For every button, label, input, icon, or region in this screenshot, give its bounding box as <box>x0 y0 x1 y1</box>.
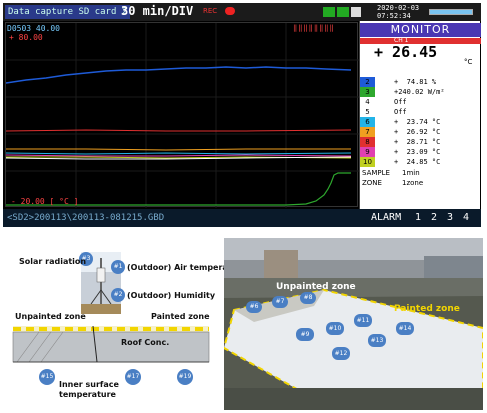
file-path: <SD2>200113\200113-081215.GBD <box>7 213 165 223</box>
sensor-diagram: #3 #1 #2 #15 #17 #19 Solar radiation (Ou… <box>3 238 247 410</box>
sample-value[interactable]: 1min <box>402 169 420 177</box>
monitor-panel: MONITOR CH 1 + 26.45 °C 2 + 74.81 % 3 +240.… <box>359 21 481 209</box>
battery-icon <box>429 9 473 15</box>
humidity-label: (Outdoor) Humidity <box>127 291 216 300</box>
channel-number: 4 <box>360 97 375 107</box>
lan-icon <box>351 7 361 17</box>
event-marks: ‖‖‖‖‖‖‖‖ <box>293 24 335 32</box>
marker-11: #11 <box>354 314 372 327</box>
data-logger-screen: Data capture SD card 2 30 min/DIV REC 20… <box>3 3 481 227</box>
marker-14: #14 <box>396 322 414 335</box>
trace-ch2 <box>5 66 352 84</box>
sd-card-icon <box>323 7 335 17</box>
time-div-setting[interactable]: 30 min/DIV <box>121 4 193 18</box>
marker-13: #13 <box>368 334 386 347</box>
record-indicator-icon <box>225 7 235 15</box>
channel-value: +240.02 W/m² <box>394 88 445 96</box>
waveform-plot[interactable] <box>5 22 359 208</box>
channel-value: + 28.71 °C <box>394 138 441 146</box>
channel-value: + 23.09 °C <box>394 148 441 156</box>
alarm-3[interactable]: 3 <box>447 209 453 227</box>
alarm-4[interactable]: 4 <box>463 209 469 227</box>
channel-value: + 26.92 °C <box>394 128 441 136</box>
channel-number: 2 <box>360 77 375 87</box>
channel-value: + 74.81 % <box>394 78 437 86</box>
zone-label: ZONE <box>362 179 382 187</box>
monitor-title[interactable]: MONITOR <box>360 23 481 37</box>
top-status-bar: Data capture SD card 2 30 min/DIV REC 20… <box>3 3 481 21</box>
sensor-19-marker: #19 <box>177 369 193 385</box>
marker-6: #6 <box>246 301 262 313</box>
trace-ch8 <box>5 129 352 132</box>
marker-10: #10 <box>326 322 344 335</box>
channel-number: 8 <box>360 137 375 147</box>
sensor-15-marker: #15 <box>39 369 55 385</box>
channel-number: 9 <box>360 147 375 157</box>
y-axis-bottom: - 20.00 [ °C ] <box>11 197 79 206</box>
roof-photo: Unpainted zone Painted zone #6 #7 #8 #9 … <box>224 238 483 410</box>
channel-number: 7 <box>360 127 375 137</box>
sensor-2-marker: #2 <box>111 288 125 302</box>
y-axis-top: + 80.00 <box>9 33 43 42</box>
roof-conc-label: Roof Conc. <box>121 338 170 347</box>
usb-icon <box>337 7 349 17</box>
trace-ch7 <box>6 148 351 151</box>
datetime: 2020-02-03 07:52:34 <box>377 4 419 20</box>
date-line: 2020-02-03 <box>377 4 420 12</box>
photo-painted-label: Painted zone <box>394 304 460 314</box>
trace-ch6 <box>5 152 352 155</box>
status-bar: <SD2>200113\200113-081215.GBD ALARM 1 2 … <box>3 209 481 227</box>
channel-value: + 24.85 °C <box>394 158 441 166</box>
channel-value: Off <box>394 98 407 106</box>
channel-number: 10 <box>360 157 375 167</box>
photo-unpainted-label: Unpainted zone <box>276 282 356 292</box>
channel-row-8[interactable]: 8 + 28.71 °C <box>360 137 481 147</box>
roof-photo-drawing <box>224 238 483 410</box>
alarm-2[interactable]: 2 <box>431 209 437 227</box>
time-line: 07:52:34 <box>377 12 411 20</box>
channel-value: + 23.74 °C <box>394 118 441 126</box>
capture-title[interactable]: Data capture SD card 2 <box>5 5 131 19</box>
channel-number: 6 <box>360 117 375 127</box>
sample-label: SAMPLE <box>362 169 390 177</box>
solar-radiation-label: Solar radiation <box>19 257 87 266</box>
y-axis-header: D0503 40.00 <box>7 24 60 33</box>
unpainted-zone-label: Unpainted zone <box>15 312 86 321</box>
channel-row-9[interactable]: 9 + 23.09 °C <box>360 147 481 157</box>
alarm-label: ALARM <box>371 212 402 223</box>
channel-row-4[interactable]: 4 Off <box>360 97 481 107</box>
sensor-17-marker: #17 <box>125 369 141 385</box>
painted-zone-label: Painted zone <box>151 312 210 321</box>
channel-row-7[interactable]: 7 + 26.92 °C <box>360 127 481 137</box>
channel-row-6[interactable]: 6 + 23.74 °C <box>360 117 481 127</box>
channel-row-2[interactable]: 2 + 74.81 % <box>360 77 481 87</box>
ch1-unit: °C <box>464 58 473 66</box>
trace-ch9 <box>5 154 352 157</box>
ch1-value: + 26.45 <box>374 43 438 61</box>
rec-label: REC <box>203 7 218 15</box>
marker-9: #9 <box>296 328 314 341</box>
channel-number: 5 <box>360 107 375 117</box>
channel-row-3[interactable]: 3 +240.02 W/m² <box>360 87 481 97</box>
zone-value[interactable]: 1zone <box>402 179 423 187</box>
marker-8: #8 <box>300 292 316 304</box>
channel-number: 3 <box>360 87 375 97</box>
channel-row-5[interactable]: 5 Off <box>360 107 481 117</box>
marker-7: #7 <box>272 296 288 308</box>
inner-surface-label: Inner surface temperature <box>59 380 119 399</box>
marker-12: #12 <box>332 347 350 360</box>
sensor-1-marker: #1 <box>111 260 125 274</box>
alarm-1[interactable]: 1 <box>415 209 421 227</box>
channel-row-10[interactable]: 10 + 24.85 °C <box>360 157 481 167</box>
channel-value: Off <box>394 108 407 116</box>
trace-canvas <box>5 23 359 208</box>
